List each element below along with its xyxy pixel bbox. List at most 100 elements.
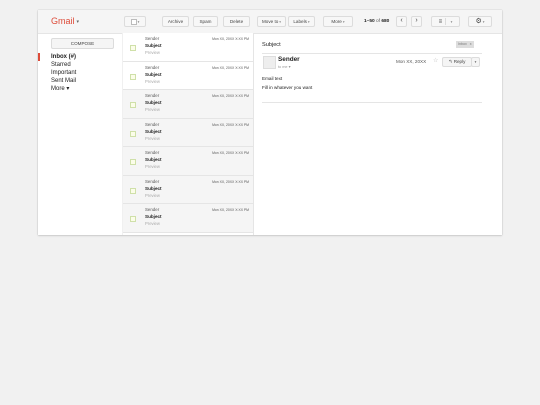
reply-label: Reply <box>453 59 466 64</box>
chevron-down-icon: ▾ <box>288 65 291 69</box>
move-to-button[interactable]: Move to▾ <box>257 16 286 27</box>
row-preview: Preview <box>145 221 160 226</box>
row-subject: Subject <box>145 128 162 134</box>
chevron-down-icon: ▾ <box>76 18 80 25</box>
reply-button[interactable]: ↰ Reply <box>442 57 472 67</box>
badge-text: Inbox <box>458 42 467 46</box>
row-subject: Subject <box>145 71 162 77</box>
pager-total: 680 <box>381 19 390 24</box>
chevron-right-icon: › <box>415 17 418 24</box>
labels-label: Labels <box>293 19 307 24</box>
sidebar-nav: Inbox (#) Starred Important Sent Mail Mo… <box>38 53 122 93</box>
sidebar-item-starred[interactable]: Starred <box>38 61 122 69</box>
message-sender: Sender <box>278 56 300 63</box>
row-sender: Sender <box>145 64 160 70</box>
message-list: Sender Mon XX, 20XX X:XX PM Subject Prev… <box>122 33 254 235</box>
row-checkbox[interactable] <box>130 187 136 194</box>
chevron-down-icon: ▾ <box>450 20 453 24</box>
list-item[interactable]: Sender Mon XX, 20XX X:XX PM Subject Prev… <box>123 204 253 233</box>
chevron-down-icon: ▾ <box>342 20 345 24</box>
more-actions-button[interactable]: ▾ <box>471 57 480 67</box>
row-date: Mon XX, 20XX X:XX PM <box>212 37 249 41</box>
row-checkbox[interactable] <box>130 159 136 165</box>
spam-button[interactable]: Spam <box>193 16 218 27</box>
star-icon[interactable]: ☆ <box>433 57 438 64</box>
row-subject: Subject <box>145 157 162 162</box>
list-item[interactable]: Sender Mon XX, 20XX X:XX PM Subject Prev… <box>123 33 253 62</box>
top-toolbar: Gmail ▾ ▾ Archive Spam Delete Move to▾ La… <box>38 10 502 34</box>
close-icon[interactable]: x <box>470 42 472 46</box>
row-checkbox[interactable] <box>130 130 136 137</box>
sidebar-item-more[interactable]: More ▾ <box>38 85 122 93</box>
compose-button[interactable]: COMPOSE <box>51 38 114 49</box>
message-date: Mon XX, 20XX <box>396 59 427 64</box>
reading-pane: Subject Inbox x Sender to me ▾ Mon XX, 20… <box>253 33 502 235</box>
recipient-text: to me <box>278 65 288 69</box>
checkbox-icon <box>130 18 137 25</box>
row-subject: Subject <box>145 214 162 219</box>
list-item[interactable]: Sender Mon XX, 20XX X:XX PM Subject Prev… <box>123 147 253 176</box>
list-item[interactable]: Sender Mon XX, 20XX X:XX PM Subject Prev… <box>123 175 253 204</box>
row-checkbox[interactable] <box>130 102 136 108</box>
sidebar-item-sent-mail[interactable]: Sent Mail <box>38 77 122 85</box>
row-date: Mon XX, 20XX X:XX PM <box>212 94 249 98</box>
list-icon: ≡ <box>438 19 443 25</box>
row-date: Mon XX, 20XX X:XX PM <box>212 122 249 127</box>
row-sender: Sender <box>145 36 160 41</box>
row-preview: Preview <box>145 78 160 84</box>
row-date: Mon XX, 20XX X:XX PM <box>212 151 249 155</box>
message-body-line: Fill in whatever you want <box>262 85 313 90</box>
next-page-button[interactable]: › <box>411 16 422 27</box>
row-sender: Sender <box>145 150 160 155</box>
delete-button[interactable]: Delete <box>223 16 250 27</box>
chevron-down-icon: ▾ <box>137 20 140 24</box>
gear-icon: ⚙ <box>475 18 482 25</box>
labels-button[interactable]: Labels▾ <box>288 16 315 27</box>
chevron-left-icon: ‹ <box>400 17 403 24</box>
row-preview: Preview <box>145 164 160 169</box>
row-sender: Sender <box>145 93 160 98</box>
button-divider <box>445 18 447 26</box>
row-sender: Sender <box>145 178 160 184</box>
settings-button[interactable]: ⚙▾ <box>468 16 492 27</box>
chevron-down-icon: ▾ <box>474 60 477 64</box>
row-subject: Subject <box>145 43 162 48</box>
row-date: Mon XX, 20XX X:XX PM <box>212 208 249 212</box>
logo-text: Gmail <box>51 16 75 26</box>
avatar <box>263 56 276 69</box>
prev-page-button[interactable]: ‹ <box>396 16 407 27</box>
list-item[interactable]: Sender Mon XX, 20XX X:XX PM Subject Prev… <box>123 90 253 119</box>
pagination-text: 1–50 of 680 <box>364 19 389 24</box>
row-preview: Preview <box>145 135 160 141</box>
row-checkbox[interactable] <box>130 45 136 51</box>
more-button[interactable]: More▾ <box>323 16 353 27</box>
row-checkbox[interactable] <box>130 216 136 222</box>
header-divider <box>262 53 482 54</box>
chevron-down-icon: ▾ <box>307 20 310 24</box>
recipient-details[interactable]: to me ▾ <box>278 64 290 69</box>
message-subject: Subject <box>262 42 281 48</box>
row-preview: Preview <box>145 107 160 112</box>
gmail-logo[interactable]: Gmail ▾ <box>51 16 79 26</box>
row-checkbox[interactable] <box>130 73 136 80</box>
gmail-window: Gmail ▾ ▾ Archive Spam Delete Move to▾ La… <box>38 10 502 235</box>
display-density-button[interactable]: ≡ ▾ <box>431 16 460 27</box>
list-item[interactable]: Sender Mon XX, 20XX X:XX PM Subject Prev… <box>123 118 253 147</box>
archive-button[interactable]: Archive <box>162 16 189 27</box>
row-sender: Sender <box>145 207 160 212</box>
reply-icon: ↰ <box>448 59 453 64</box>
sidebar-item-important[interactable]: Important <box>38 69 122 77</box>
row-date: Mon XX, 20XX X:XX PM <box>212 179 249 184</box>
chevron-down-icon: ▾ <box>482 20 485 24</box>
footer-divider <box>262 102 482 103</box>
row-subject: Subject <box>145 100 162 105</box>
chevron-down-icon: ▾ <box>279 20 282 24</box>
sidebar-item-inbox[interactable]: Inbox (#) <box>38 53 122 61</box>
list-item[interactable]: Sender Mon XX, 20XX X:XX PM Subject Prev… <box>123 61 253 90</box>
inbox-label-badge: Inbox x <box>456 41 474 48</box>
row-subject: Subject <box>145 185 162 191</box>
row-date: Mon XX, 20XX X:XX PM <box>212 65 249 70</box>
row-preview: Preview <box>145 192 160 198</box>
select-all-checkbox[interactable]: ▾ <box>124 16 146 27</box>
move-to-label: Move to <box>261 19 279 24</box>
